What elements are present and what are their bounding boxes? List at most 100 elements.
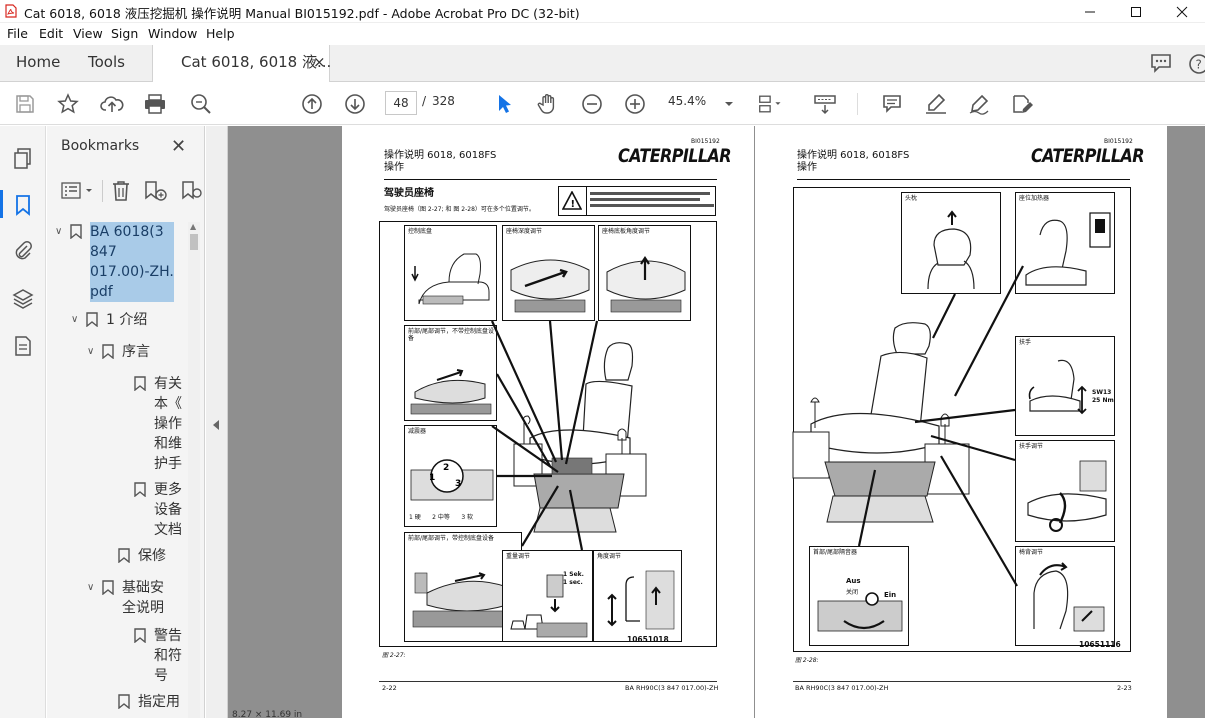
bookmarks-toolbar [55,178,203,204]
bookmark-icon [134,628,146,643]
menu-file[interactable]: File [7,26,28,41]
seat-illustration [411,253,490,305]
header-rule [384,179,717,180]
zoom-out-button[interactable] [579,91,605,117]
bookmark-item[interactable]: ∨ 基础安 全说明 [87,578,164,618]
document-properties-button[interactable] [10,333,36,359]
menu-edit[interactable]: Edit [39,26,63,41]
document-icon [15,336,31,356]
page-display-button[interactable] [758,91,784,117]
save-button[interactable] [12,91,38,117]
document-scrollbar[interactable] [1188,126,1205,718]
active-indicator [0,190,3,218]
headrest-illustration [927,210,975,290]
bookmarks-scrollbar[interactable]: ▲ [188,222,200,718]
comments-button[interactable] [1150,53,1174,75]
chevron-down-icon[interactable]: ∨ [87,342,101,362]
tab-close-button[interactable]: × [313,45,326,80]
bookmark-item[interactable]: 指定用 [103,692,180,712]
noise-damper-illustration [817,592,903,632]
chevron-down-icon[interactable]: ∨ [87,578,101,618]
minus-circle-icon [582,94,602,114]
new-bookmark-button[interactable] [144,180,168,202]
panel-armrest-adjust: 扶手调节 [1015,440,1115,542]
next-page-button[interactable] [342,91,368,117]
chevron-down-icon [725,102,733,106]
svg-text:?: ? [1196,58,1202,72]
print-button[interactable] [142,91,168,117]
maximize-button[interactable] [1113,0,1159,23]
scrollbar-thumb[interactable] [190,234,198,250]
page-number-input[interactable]: 48 [385,91,417,115]
chevron-down-icon[interactable]: ∨ [55,222,69,302]
acrobat-icon [5,4,17,18]
menu-view[interactable]: View [73,26,103,41]
delete-bookmark-button[interactable] [111,180,133,202]
upload-button[interactable] [99,91,125,117]
pdf-page-left: BI015192 操作说明 6018, 6018FS 操作 CATERPILLA… [342,126,754,718]
pdf-page-right: BI015192 操作说明 6018, 6018FS 操作 CATERPILLA… [755,126,1167,718]
bookmark-item[interactable]: ∨ 1 介绍 [71,310,147,330]
find-zoom-button[interactable] [188,91,214,117]
find-bookmark-button[interactable] [181,180,203,202]
menu-help[interactable]: Help [206,26,235,41]
bookmark-label: 指定用 [138,694,180,710]
bookmark-item[interactable]: 警告 和符号 [119,626,182,686]
title-bar: Cat 6018, 6018 液压挖掘机 操作说明 Manual BI01519… [0,0,1205,23]
panel-label: 座位加热器 [1019,195,1050,202]
chat-icon [1151,54,1171,73]
tab-document[interactable]: Cat 6018, 6018 液... × [152,45,331,83]
bookmarks-close-button[interactable]: ✕ [171,136,186,157]
help-button[interactable]: ? [1188,53,1205,75]
toolbar: 48 / 328 45.4% [0,82,1205,125]
attachments-button[interactable] [10,238,36,264]
footer-rule [379,681,717,682]
panel-noise-damper: 首部/尾部隔音器 Aus 关闭 Ein 打开 [809,546,909,646]
highlight-button[interactable] [923,91,949,117]
bookmark-icon [86,312,98,327]
bookmark-item[interactable]: 有关 本《 操作 和维 护手 [119,374,182,474]
bookmarks-tree: ∨ BA 6018(3 847 017.00)-ZH. pdf ∨ 1 介绍 ∨ 序言 有关 本《操… [47,222,195,718]
select-tool-button[interactable] [491,91,517,117]
panel-collapse-handle[interactable] [206,126,228,718]
page-layout-icon [759,95,781,113]
zoom-dropdown-button[interactable] [716,91,742,117]
menu-window[interactable]: Window [148,26,197,41]
zoom-level[interactable]: 45.4% [668,94,706,108]
tab-bar: Home Tools Cat 6018, 6018 液... × ? [0,45,1205,83]
tab-tools[interactable]: Tools [88,45,125,82]
panel-control-console: 控制底盘 [404,225,497,321]
document-viewport[interactable]: BI015192 操作说明 6018, 6018FS 操作 CATERPILLA… [206,126,1205,718]
draw-button[interactable] [967,91,993,117]
panel-weight-adjust: 重量调节 1 Sek. 1 sec. [502,550,593,642]
chevron-down-icon[interactable]: ∨ [71,310,85,330]
panel-label: 首部/尾部隔音器 [813,549,858,556]
scroll-mode-button[interactable] [812,91,838,117]
hand-tool-button[interactable] [535,91,561,117]
highlighter-icon [926,93,946,114]
arrow-up-circle-icon [302,94,322,114]
bookmark-options-button[interactable] [61,180,95,202]
page-thumbnails-button[interactable] [10,146,36,172]
zoom-in-button[interactable] [622,91,648,117]
header-rule [797,179,1130,180]
bookmarks-panel-button[interactable] [10,192,36,218]
bookmark-item[interactable]: 保修 [103,546,166,566]
tab-home[interactable]: Home [16,45,60,82]
layers-button[interactable] [10,286,36,312]
close-window-button[interactable] [1159,0,1205,23]
minimize-button[interactable] [1067,0,1113,23]
bookmark-item[interactable]: ∨ 序言 [87,342,150,362]
previous-page-button[interactable] [299,91,325,117]
paperclip-icon [15,241,32,260]
add-comment-button[interactable] [879,91,905,117]
fill-sign-button[interactable] [1010,91,1036,117]
bookmark-item[interactable]: ∨ BA 6018(3 847 017.00)-ZH. pdf [55,222,174,302]
bookmark-star-button[interactable] [55,91,81,117]
menu-sign[interactable]: Sign [111,26,138,41]
bookmark-item[interactable]: 更多 设备 文档 [119,480,182,540]
bookmark-label: BA 6018(3 847 017.00)-ZH. pdf [90,222,174,302]
